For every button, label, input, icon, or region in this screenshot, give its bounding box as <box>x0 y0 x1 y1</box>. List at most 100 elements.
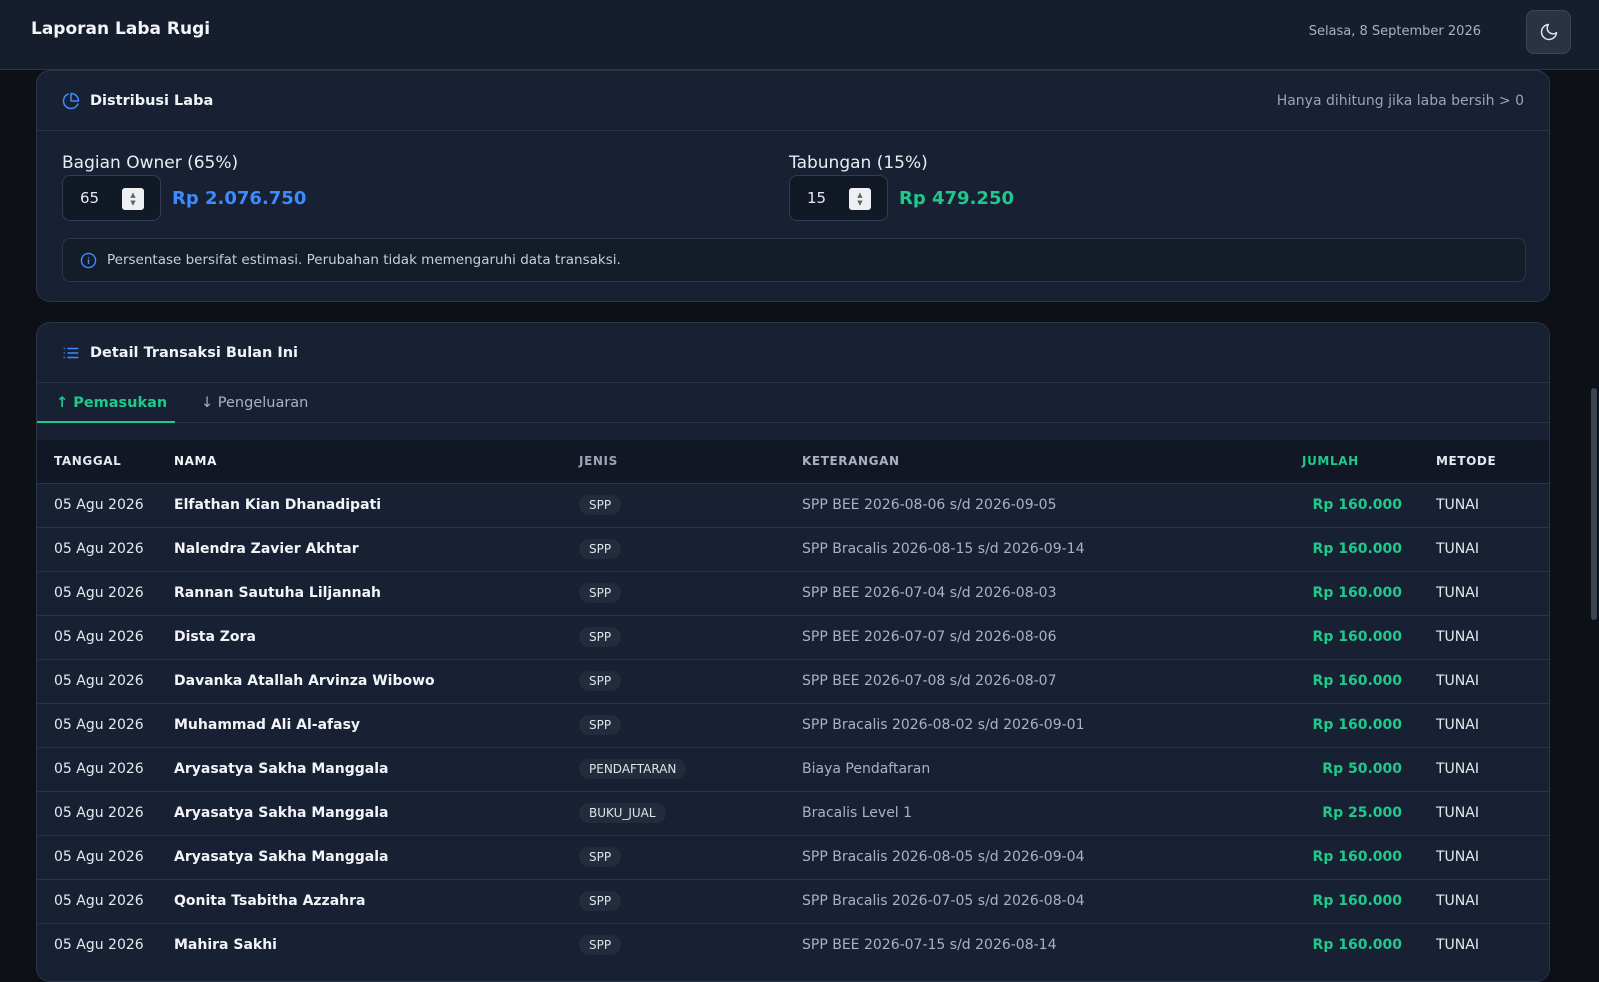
info-alert: Persentase bersifat estimasi. Perubahan … <box>62 238 1526 282</box>
type-badge: SPP <box>579 715 622 735</box>
row-description: SPP Bracalis 2026-07-05 s/d 2026-08-04 <box>802 878 1242 923</box>
type-badge: PENDAFTARAN <box>579 759 687 779</box>
column-header-method[interactable]: METODE <box>1402 440 1549 483</box>
table-row[interactable]: 05 Agu 2026 Elfathan Kian Dhanadipati SPP S… <box>37 482 1549 527</box>
savings-share-amount: Rp 479.250 <box>899 187 1014 209</box>
row-name: Aryasatya Sakha Manggala <box>174 834 579 879</box>
row-method: TUNAI <box>1402 702 1549 747</box>
list-icon <box>63 347 79 358</box>
number-spinner[interactable]: ▲ ▼ <box>849 188 871 210</box>
row-method: TUNAI <box>1402 526 1549 571</box>
table-row[interactable]: 05 Agu 2026 Qonita Tsabitha Azzahra SPP SPP… <box>37 878 1549 923</box>
type-badge: SPP <box>579 627 622 647</box>
row-method: TUNAI <box>1402 614 1549 659</box>
card-note: Hanya dihitung jika laba bersih > 0 <box>1276 92 1524 109</box>
row-method: TUNAI <box>1402 878 1549 923</box>
table-row[interactable]: 05 Agu 2026 Aryasatya Sakha Manggala BUKU_… <box>37 790 1549 835</box>
scrollbar-thumb[interactable] <box>1591 388 1597 620</box>
row-amount: Rp 160.000 <box>1242 878 1402 923</box>
type-badge: SPP <box>579 495 622 515</box>
type-badge: SPP <box>579 935 622 956</box>
row-name: Nalendra Zavier Akhtar <box>174 526 579 571</box>
current-date: Selasa, 8 September 2026 <box>1308 24 1481 39</box>
table-row[interactable]: 05 Agu 2026 Muhammad Ali Al-afasy SPP SPP B… <box>37 702 1549 747</box>
savings-share-group: Tabungan (15%) 15 ▲ ▼ Rp 479.250 <box>789 153 1014 221</box>
row-name: Muhammad Ali Al-afasy <box>174 702 579 747</box>
row-type-cell: BUKU_JUAL <box>579 790 802 835</box>
type-badge: SPP <box>579 539 622 559</box>
moon-icon <box>1540 23 1557 41</box>
row-name: Aryasatya Sakha Manggala <box>174 790 579 835</box>
owner-percent-input[interactable]: 65 ▲ ▼ <box>62 175 161 221</box>
number-spinner[interactable]: ▲ ▼ <box>122 188 144 210</box>
owner-share-amount: Rp 2.076.750 <box>172 187 307 209</box>
table-row[interactable]: 05 Agu 2026 Rannan Sautuha Liljannah SPP SP… <box>37 570 1549 615</box>
row-type-cell: SPP <box>579 834 802 879</box>
column-header-amount[interactable]: JUMLAH <box>1242 440 1402 483</box>
row-description: SPP Bracalis 2026-08-05 s/d 2026-09-04 <box>802 834 1242 879</box>
card-header: Detail Transaksi Bulan Ini <box>37 323 1549 383</box>
row-description: SPP BEE 2026-07-15 s/d 2026-08-14 <box>802 922 1242 967</box>
column-header-date[interactable]: TANGGAL <box>37 440 174 483</box>
row-type-cell: SPP <box>579 878 802 923</box>
page-scrollbar[interactable] <box>1591 70 1599 964</box>
savings-percent-input[interactable]: 15 ▲ ▼ <box>789 175 888 221</box>
row-amount: Rp 160.000 <box>1242 658 1402 703</box>
type-badge: SPP <box>579 847 622 867</box>
savings-share-label: Tabungan (15%) <box>789 153 928 173</box>
row-date: 05 Agu 2026 <box>37 790 174 835</box>
row-name: Davanka Atallah Arvinza Wibowo <box>174 658 579 703</box>
row-date: 05 Agu 2026 <box>37 922 174 967</box>
table-row[interactable]: 05 Agu 2026 Nalendra Zavier Akhtar SPP SPP … <box>37 526 1549 571</box>
row-amount: Rp 160.000 <box>1242 834 1402 879</box>
card-title: Detail Transaksi Bulan Ini <box>90 344 299 361</box>
owner-percent-value: 65 <box>80 189 100 207</box>
savings-percent-value: 15 <box>807 189 827 207</box>
table-header-row: TANGGAL NAMA JENIS KETERANGAN JUMLAH MET… <box>37 440 1549 483</box>
row-amount: Rp 160.000 <box>1242 482 1402 527</box>
card-title: Distribusi Laba <box>90 92 214 109</box>
table-row[interactable]: 05 Agu 2026 Mahira Sakhi SPP SPP BEE 2026-0… <box>37 922 1549 967</box>
theme-toggle-button[interactable] <box>1526 10 1571 54</box>
row-type-cell: SPP <box>579 614 802 659</box>
card-header: Distribusi Laba Hanya dihitung jika laba… <box>37 71 1549 131</box>
row-amount: Rp 50.000 <box>1242 746 1402 791</box>
pie-chart-icon <box>62 92 80 109</box>
tab-income[interactable]: ↑ Pemasukan <box>37 383 175 423</box>
row-method: TUNAI <box>1402 658 1549 703</box>
table-row[interactable]: 05 Agu 2026 Dista Zora SPP SPP BEE 2026-07-… <box>37 614 1549 659</box>
column-header-description[interactable]: KETERANGAN <box>802 440 1242 483</box>
tab-expense[interactable]: ↓ Pengeluaran <box>201 383 308 423</box>
column-header-name[interactable]: NAMA <box>174 440 579 483</box>
table-row[interactable]: 05 Agu 2026 Aryasatya Sakha Manggala PENDA… <box>37 746 1549 791</box>
table-row[interactable]: 05 Agu 2026 Aryasatya Sakha Manggala SPP SP… <box>37 834 1549 879</box>
row-description: SPP Bracalis 2026-08-15 s/d 2026-09-14 <box>802 526 1242 571</box>
row-name: Qonita Tsabitha Azzahra <box>174 878 579 923</box>
row-description: Biaya Pendaftaran <box>802 746 1242 791</box>
row-method: TUNAI <box>1402 570 1549 615</box>
column-header-type[interactable]: JENIS <box>579 440 802 483</box>
top-header: Laporan Laba Rugi Selasa, 8 September 20… <box>0 0 1599 70</box>
row-date: 05 Agu 2026 <box>37 614 174 659</box>
row-description: SPP BEE 2026-07-04 s/d 2026-08-03 <box>802 570 1242 615</box>
row-amount: Rp 160.000 <box>1242 702 1402 747</box>
row-type-cell: SPP <box>579 526 802 571</box>
row-method: TUNAI <box>1402 746 1549 791</box>
row-date: 05 Agu 2026 <box>37 878 174 923</box>
transaction-detail-card: Detail Transaksi Bulan Ini ↑ Pemasukan ↓… <box>36 322 1550 982</box>
row-type-cell: SPP <box>579 570 802 615</box>
row-description: SPP BEE 2026-07-08 s/d 2026-08-07 <box>802 658 1242 703</box>
row-description: Bracalis Level 1 <box>802 790 1242 835</box>
row-name: Dista Zora <box>174 614 579 659</box>
row-date: 05 Agu 2026 <box>37 570 174 615</box>
row-type-cell: SPP <box>579 922 802 967</box>
row-date: 05 Agu 2026 <box>37 834 174 879</box>
info-icon <box>80 252 97 268</box>
row-amount: Rp 160.000 <box>1242 570 1402 615</box>
row-date: 05 Agu 2026 <box>37 746 174 791</box>
table-row[interactable]: 05 Agu 2026 Davanka Atallah Arvinza Wibow… <box>37 658 1549 703</box>
row-method: TUNAI <box>1402 922 1549 967</box>
row-description: SPP BEE 2026-08-06 s/d 2026-09-05 <box>802 482 1242 527</box>
row-date: 05 Agu 2026 <box>37 658 174 703</box>
row-amount: Rp 160.000 <box>1242 614 1402 659</box>
